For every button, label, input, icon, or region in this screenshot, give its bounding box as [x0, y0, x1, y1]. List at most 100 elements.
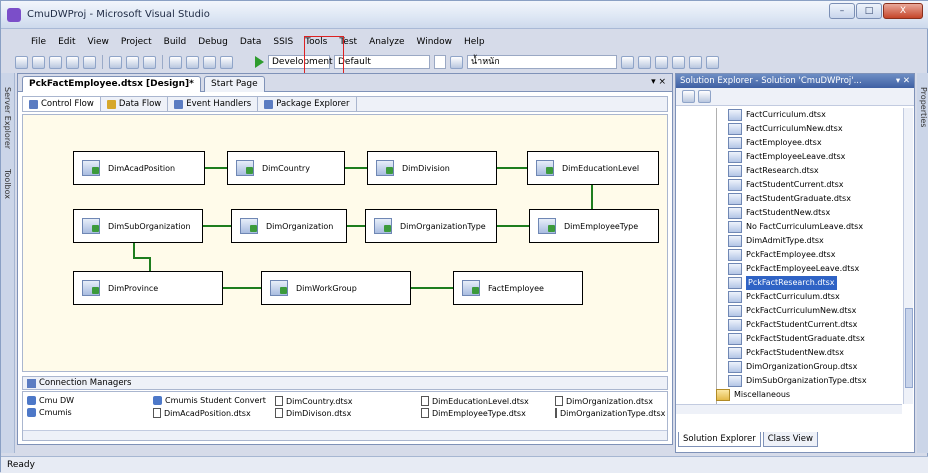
start-debugging-icon[interactable] — [255, 56, 264, 68]
precedence-arrow[interactable] — [205, 167, 227, 169]
connection-managers-header[interactable]: Connection Managers — [22, 376, 668, 390]
tree-item[interactable]: PckFactStudentGraduate.dtsx — [728, 332, 865, 346]
horizontal-scrollbar[interactable] — [23, 430, 667, 440]
new-project-icon[interactable] — [15, 55, 28, 69]
menu-project[interactable]: Project — [115, 34, 158, 50]
properties-icon[interactable] — [638, 55, 651, 69]
horizontal-scrollbar[interactable] — [676, 404, 902, 414]
step-icon[interactable] — [220, 55, 233, 69]
precedence-arrow[interactable] — [149, 257, 151, 271]
panel-controls[interactable]: ▾ ✕ — [896, 74, 910, 88]
precedence-arrow[interactable] — [497, 167, 527, 169]
menu-edit[interactable]: Edit — [52, 34, 81, 50]
tree-item[interactable]: FactStudentCurrent.dtsx — [728, 178, 844, 192]
navigate-icon[interactable] — [203, 55, 216, 69]
tree-item[interactable]: PckFactCurriculumNew.dtsx — [728, 304, 856, 318]
task-dim-division[interactable]: DimDivision — [367, 151, 497, 185]
tree-folder[interactable]: Miscellaneous — [716, 388, 790, 402]
connection-manager-item[interactable]: Cmu DW — [27, 396, 74, 405]
tree-item[interactable]: FactStudentGraduate.dtsx — [728, 192, 851, 206]
tree-item[interactable]: FactEmployee.dtsx — [728, 136, 822, 150]
open-file-icon[interactable] — [49, 55, 62, 69]
precedence-arrow[interactable] — [223, 287, 261, 289]
menu-window[interactable]: Window — [411, 34, 459, 50]
connection-manager-item[interactable]: DimOrganization.dtsx — [555, 396, 653, 406]
task-fact-employee[interactable]: FactEmployee — [453, 271, 583, 305]
menu-analyze[interactable]: Analyze — [363, 34, 410, 50]
tree-item[interactable]: FactStudentNew.dtsx — [728, 206, 830, 220]
tree-item[interactable]: FactResearch.dtsx — [728, 164, 819, 178]
tree-item[interactable]: FactCurriculum.dtsx — [728, 108, 826, 122]
redo-icon[interactable] — [186, 55, 199, 69]
dropdown-arrow-icon[interactable] — [434, 55, 446, 69]
task-dim-province[interactable]: DimProvince — [73, 271, 223, 305]
paste-icon[interactable] — [143, 55, 156, 69]
tab-event-handlers[interactable]: Event Handlers — [168, 97, 259, 111]
tree-item[interactable]: PckFactStudentNew.dtsx — [728, 346, 844, 360]
tree-item[interactable]: PckFactEmployeeLeave.dtsx — [728, 262, 859, 276]
tab-pckfactemployee[interactable]: PckFactEmployee.dtsx [Design]* — [22, 76, 201, 92]
connection-manager-item[interactable]: Cmumis Student Convert — [153, 396, 266, 405]
minimize-button[interactable]: – — [829, 3, 855, 19]
maximize-button[interactable]: □ — [856, 3, 882, 19]
tree-item[interactable]: FactCurriculumNew.dtsx — [728, 122, 843, 136]
tab-solution-explorer[interactable]: Solution Explorer — [678, 432, 761, 447]
control-flow-canvas[interactable]: DimAcadPosition DimCountry DimDivision D… — [22, 114, 668, 372]
task-dim-work-group[interactable]: DimWorkGroup — [261, 271, 411, 305]
connection-manager-item[interactable]: DimEducationLevel.dtsx — [421, 396, 529, 406]
tree-item[interactable]: DimAdmitType.dtsx — [728, 234, 824, 248]
menu-debug[interactable]: Debug — [192, 34, 234, 50]
tab-control-flow[interactable]: Control Flow — [23, 97, 101, 111]
find-icon[interactable] — [450, 55, 463, 69]
tab-data-flow[interactable]: Data Flow — [101, 97, 169, 111]
connection-manager-item[interactable]: DimCountry.dtsx — [275, 396, 352, 406]
command-window-icon[interactable] — [706, 55, 719, 69]
precedence-arrow[interactable] — [497, 225, 529, 227]
tree-item[interactable]: No FactCurriculumLeave.dtsx — [728, 220, 863, 234]
precedence-arrow[interactable] — [591, 185, 593, 209]
save-icon[interactable] — [66, 55, 79, 69]
task-dim-employee-type[interactable]: DimEmployeeType — [529, 209, 659, 243]
properties-icon[interactable] — [682, 90, 695, 103]
tree-item[interactable]: PckFactCurriculum.dtsx — [728, 290, 840, 304]
tree-item[interactable]: DimOrganizationGroup.dtsx — [728, 360, 857, 374]
document-controls[interactable]: ▾ × — [651, 77, 666, 87]
platform-select[interactable]: Default — [334, 55, 430, 69]
tree-item[interactable]: FactEmployeeLeave.dtsx — [728, 150, 845, 164]
connection-manager-item[interactable]: DimAcadPosition.dtsx — [153, 408, 251, 418]
tree-item[interactable]: DimSubOrganizationType.dtsx — [728, 374, 867, 388]
menu-data[interactable]: Data — [234, 34, 268, 50]
toolbox-icon[interactable] — [672, 55, 685, 69]
tab-package-explorer[interactable]: Package Explorer — [258, 97, 357, 111]
precedence-arrow[interactable] — [347, 225, 365, 227]
task-dim-organization[interactable]: DimOrganization — [231, 209, 347, 243]
find-combo[interactable]: น้ำหนัก — [467, 55, 617, 69]
precedence-arrow[interactable] — [133, 243, 135, 257]
precedence-arrow[interactable] — [411, 287, 453, 289]
tab-class-view[interactable]: Class View — [762, 432, 818, 447]
precedence-arrow[interactable] — [345, 167, 367, 169]
menu-help[interactable]: Help — [458, 34, 491, 50]
tree-item-selected[interactable]: PckFactResearch.dtsx — [728, 276, 837, 290]
precedence-arrow[interactable] — [203, 225, 231, 227]
menu-ssis[interactable]: SSIS — [267, 34, 299, 50]
connection-manager-item[interactable]: DimEmployeeType.dtsx — [421, 408, 526, 418]
solution-explorer-icon[interactable] — [621, 55, 634, 69]
start-page-icon[interactable] — [689, 55, 702, 69]
menu-view[interactable]: View — [82, 34, 115, 50]
task-dim-sub-organization[interactable]: DimSubOrganization — [73, 209, 203, 243]
tab-start-page[interactable]: Start Page — [204, 76, 265, 92]
add-item-icon[interactable] — [32, 55, 45, 69]
save-all-icon[interactable] — [83, 55, 96, 69]
menu-build[interactable]: Build — [158, 34, 193, 50]
menu-file[interactable]: File — [25, 34, 52, 50]
show-all-files-icon[interactable] — [698, 90, 711, 103]
undo-icon[interactable] — [169, 55, 182, 69]
object-browser-icon[interactable] — [655, 55, 668, 69]
connection-managers-list[interactable]: Cmu DW Cmumis Cmumis Student Convert Dim… — [22, 391, 668, 441]
task-dim-country[interactable]: DimCountry — [227, 151, 345, 185]
task-dim-education-level[interactable]: DimEducationLevel — [527, 151, 659, 185]
properties-tab[interactable]: Properties — [919, 87, 928, 127]
solution-tree[interactable]: FactCurriculum.dtsx FactCurriculumNew.dt… — [676, 108, 902, 408]
task-dim-organization-type[interactable]: DimOrganizationType — [365, 209, 497, 243]
